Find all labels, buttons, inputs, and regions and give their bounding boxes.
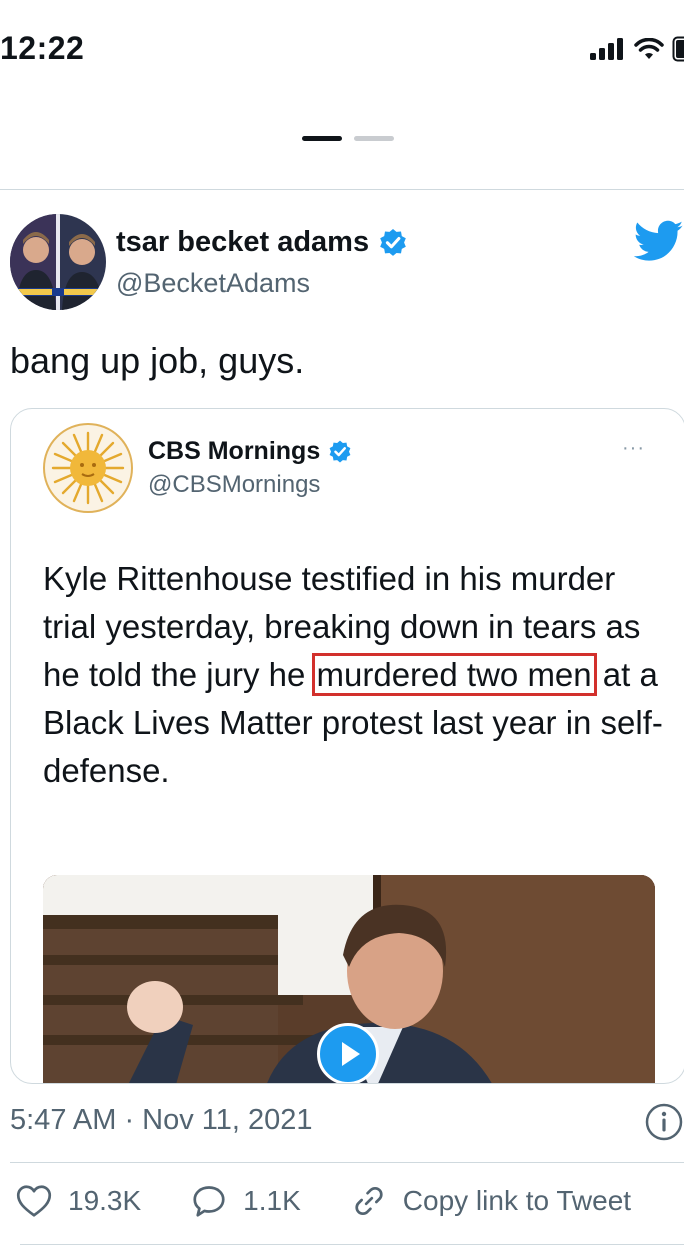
quoted-author-handle[interactable]: @CBSMornings (148, 471, 320, 499)
reply-icon (193, 1186, 225, 1217)
play-button[interactable] (317, 1023, 379, 1083)
actions-divider (10, 1162, 684, 1163)
page-indicator (302, 136, 394, 141)
quoted-author-name[interactable]: CBS Mornings (148, 437, 353, 466)
page-dot[interactable] (354, 136, 394, 141)
tweet-timestamp[interactable]: 5:47 AM · Nov 11, 2021 (10, 1104, 313, 1137)
battery-icon (672, 36, 684, 62)
wifi-icon (634, 38, 664, 59)
author-name-text: tsar becket adams (116, 226, 370, 258)
play-icon (342, 1042, 360, 1066)
signal-icon (590, 38, 623, 60)
copy-link-label: Copy link to Tweet (402, 1185, 632, 1216)
highlighted-phrase: murdered two men (311, 653, 597, 696)
heart-icon (16, 1185, 52, 1217)
like-button[interactable]: 19.3K (16, 1184, 141, 1218)
author-handle[interactable]: @BecketAdams (116, 268, 310, 299)
link-icon (355, 1186, 383, 1216)
author-avatar[interactable] (10, 214, 106, 310)
copy-link-button[interactable]: Copy link to Tweet (351, 1184, 631, 1218)
page-dot-active[interactable] (302, 136, 342, 141)
bottom-divider (20, 1244, 684, 1245)
quoted-tweet-text: Kyle Rittenhouse testified in his murder… (43, 555, 663, 795)
quoted-author-name-text: CBS Mornings (148, 437, 321, 465)
info-icon[interactable] (644, 1102, 684, 1142)
more-options-icon[interactable]: ··· (622, 437, 645, 460)
reply-count: 1.1K (243, 1185, 301, 1216)
author-name[interactable]: tsar becket adams (116, 226, 409, 259)
quoted-author-avatar[interactable] (43, 423, 133, 513)
status-icons (590, 36, 684, 62)
tweet-text: bang up job, guys. (10, 340, 305, 381)
status-time: 12:22 (0, 30, 85, 66)
verified-badge-icon (380, 228, 406, 256)
action-bar: 19.3K 1.1K Copy link to Tweet (16, 1184, 631, 1218)
like-count: 19.3K (68, 1185, 142, 1216)
verified-badge-icon (329, 440, 351, 463)
header-divider (0, 189, 684, 190)
quoted-tweet-card[interactable]: CBS Mornings @CBSMornings ··· Kyle Ritte… (10, 408, 684, 1084)
reply-button[interactable]: 1.1K (191, 1184, 301, 1218)
twitter-bird-icon[interactable] (634, 216, 684, 266)
